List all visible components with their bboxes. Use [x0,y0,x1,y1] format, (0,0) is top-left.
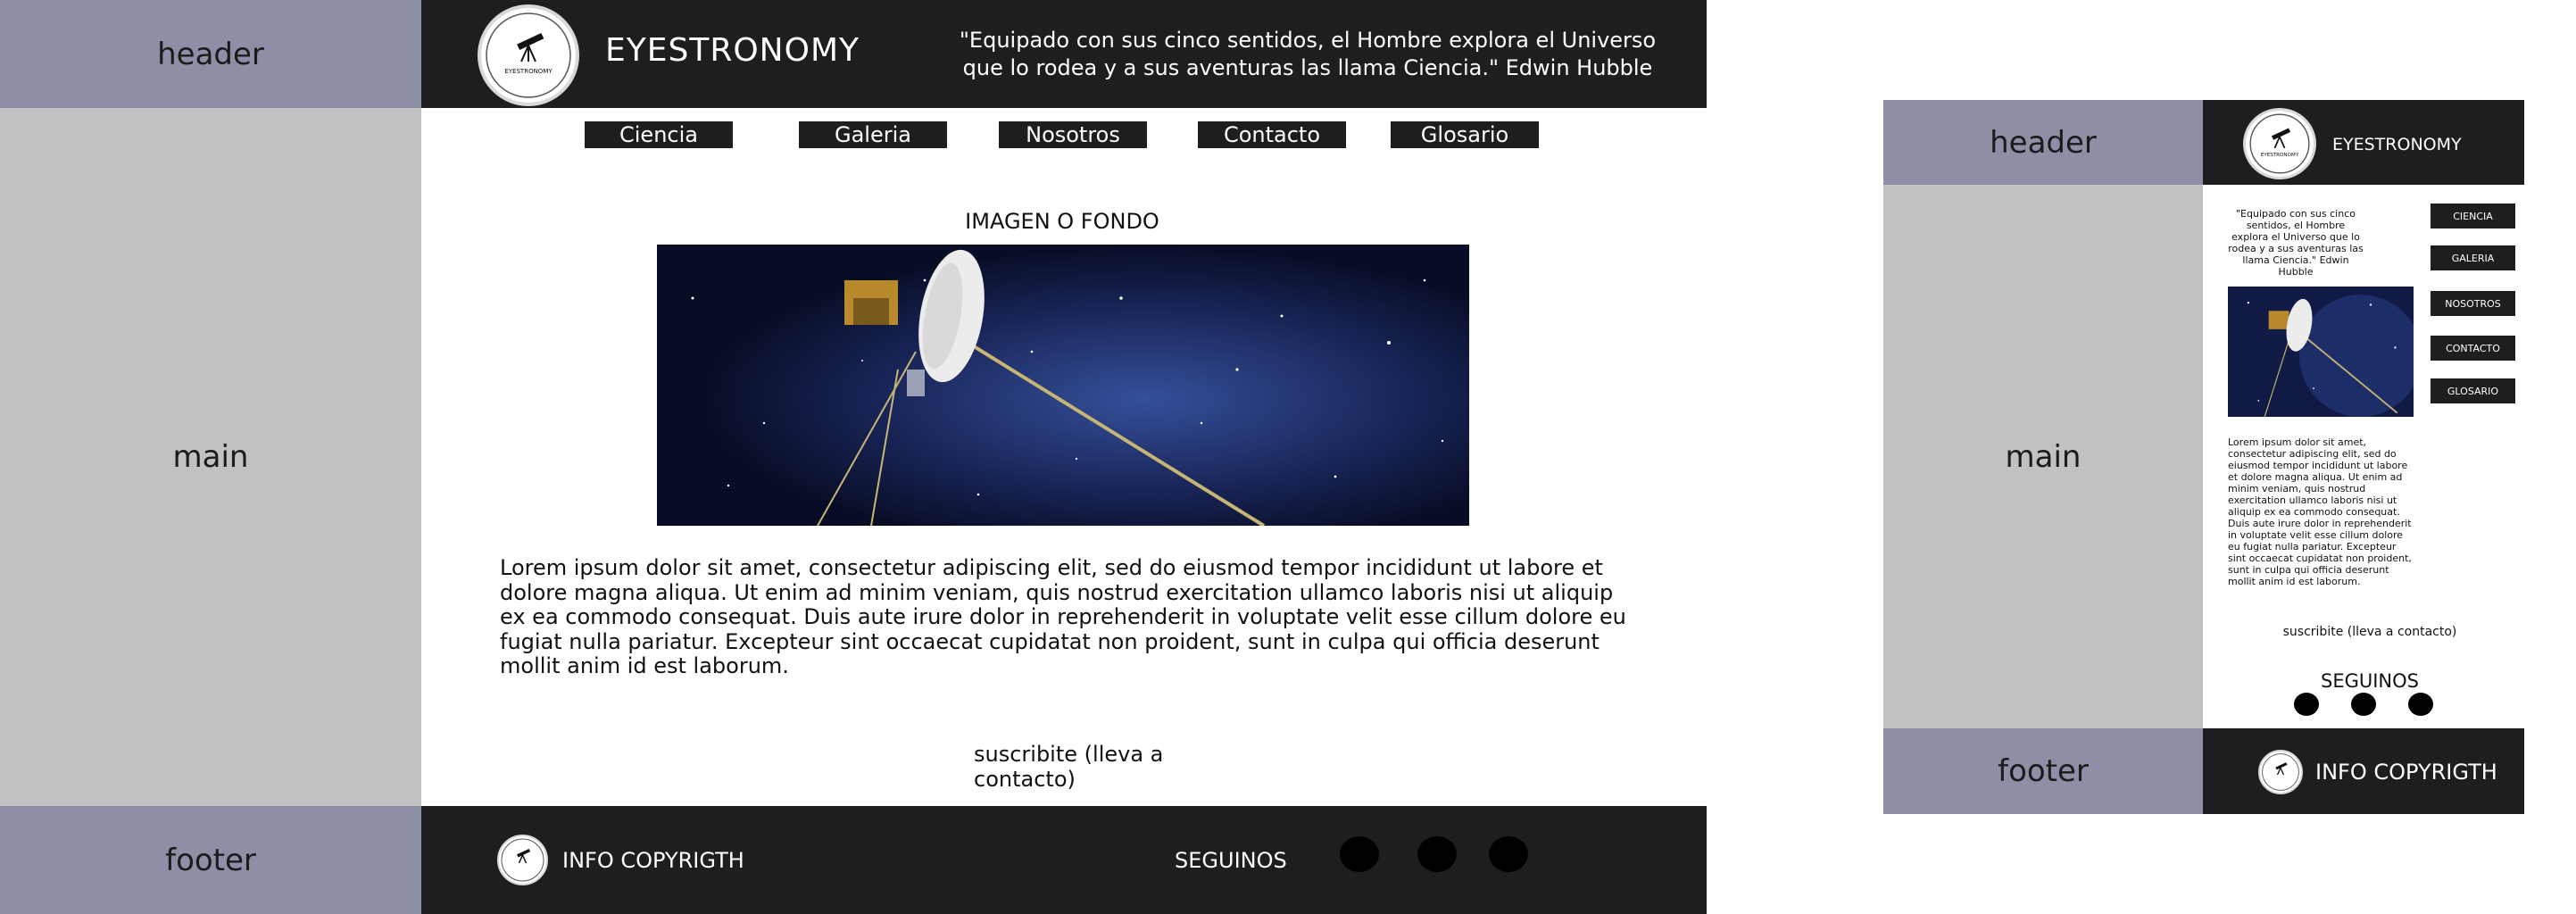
mobile-follow-label: SEGUINOS [2320,670,2419,692]
footer-label: footer [0,806,421,914]
main-label: main [0,108,421,806]
image-label: IMAGEN O FONDO [965,209,1159,234]
mobile-nav-glosario[interactable]: GLOSARIO [2431,378,2515,403]
social-icon[interactable] [1489,836,1528,872]
mobile-body-text: Lorem ipsum dolor sit amet, consectetur … [2228,436,2412,587]
hero-image [657,245,1469,526]
telescope-icon [501,838,544,882]
logo[interactable]: EYESTRONOMY [478,4,579,106]
mobile-footer-logo[interactable] [2258,750,2303,794]
mobile-hero-image [2228,287,2414,417]
follow-label: SEGUINOS [1175,848,1287,873]
social-icon[interactable] [1340,836,1379,872]
subscribe-link[interactable]: suscribite (lleva a contacto) [974,742,1170,792]
mobile-logo[interactable]: EYESTRONOMY [2243,108,2316,179]
mobile-nav-contacto[interactable]: CONTACTO [2431,336,2515,361]
social-icon[interactable] [2351,693,2376,716]
footer-logo[interactable] [497,835,548,885]
telescope-icon [2262,753,2299,791]
telescope-icon: EYESTRONOMY [486,12,571,98]
mobile-subscribe-link[interactable]: suscribite (lleva a contacto) [2267,625,2472,639]
social-icon[interactable] [2408,693,2433,716]
nav-glosario[interactable]: Glosario [1391,121,1539,148]
nav-nosotros[interactable]: Nosotros [999,121,1147,148]
mobile-brand-title: EYESTRONOMY [2332,135,2462,154]
nav-ciencia[interactable]: Ciencia [585,121,733,148]
mobile-header-label: header [1883,100,2203,185]
logo-text: EYESTRONOMY [504,68,553,75]
mobile-footer-copyright: INFO COPYRIGTH [2315,760,2497,785]
social-icon[interactable] [1417,836,1457,872]
header-quote: "Equipado con sus cinco sentidos, el Hom… [959,28,1657,80]
mobile-nav-ciencia[interactable]: CIENCIA [2431,204,2515,228]
mobile-nav-galeria[interactable]: GALERIA [2431,245,2515,270]
mobile-main-label: main [1883,185,2203,728]
body-text: Lorem ipsum dolor sit amet, consectetur … [500,555,1626,678]
nav-galeria[interactable]: Galeria [799,121,947,148]
mobile-quote: "Equipado con sus cinco sentidos, el Hom… [2228,208,2364,278]
telescope-icon: EYESTRONOMY [2249,113,2310,174]
brand-title: EYESTRONOMY [605,32,860,69]
social-icon[interactable] [2294,693,2319,716]
header-label: header [0,0,421,108]
mobile-nav-nosotros[interactable]: NOSOTROS [2431,291,2515,316]
mobile-footer-label: footer [1883,728,2203,814]
mobile-logo-text: EYESTRONOMY [2261,153,2299,158]
footer-copyright: INFO COPYRIGTH [562,848,744,873]
nav-contacto[interactable]: Contacto [1198,121,1346,148]
